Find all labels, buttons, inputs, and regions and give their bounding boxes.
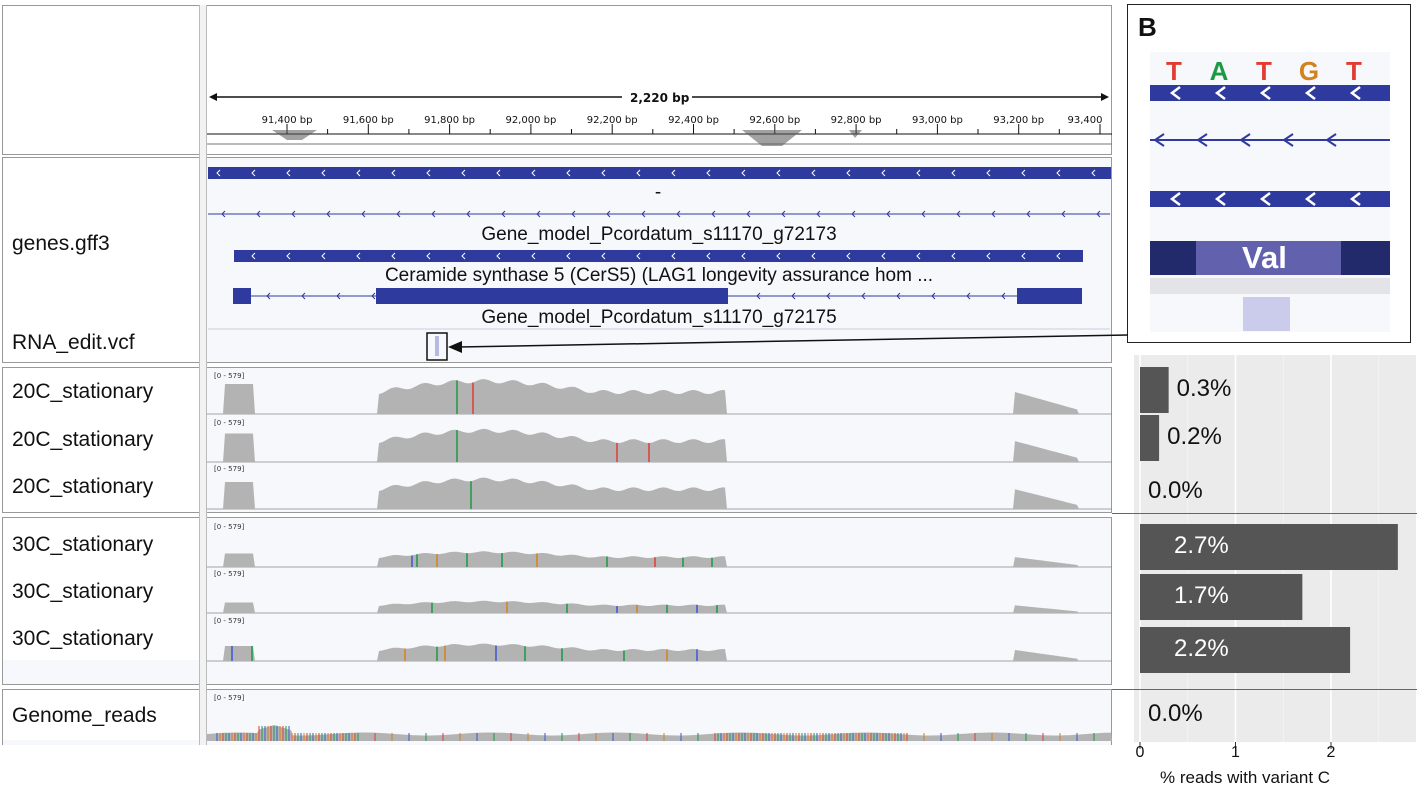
bar-value-label: 0.0%	[1148, 700, 1203, 727]
bar-value-label: 0.3%	[1176, 375, 1232, 402]
column-divider	[199, 5, 207, 745]
bar-axis-tick-label: 2	[1326, 744, 1336, 761]
track-label-30c-2: 30C_stationary	[12, 580, 154, 603]
coverage-tracks	[207, 379, 1112, 741]
bar-axis-tick-label: 1	[1231, 744, 1240, 761]
ruler-tick-label: 92,600 bp	[749, 115, 801, 126]
track-range-tag: [0 - 579]	[214, 372, 245, 380]
panel-b-letter: B	[1138, 12, 1157, 42]
track-range-tag: [0 - 579]	[214, 523, 245, 531]
track-label-genome-reads: Genome_reads	[12, 704, 157, 727]
ruler-tick-label: 92,800 bp	[830, 115, 882, 126]
bar-chart-xlabel: % reads with variant C	[1160, 768, 1331, 787]
ruler-tick-label: 93,200 bp	[993, 115, 1045, 126]
ruler-span-label: 2,220 bp	[630, 91, 690, 105]
gene-name-g72173: Gene_model_Pcordatum_s11170_g72173	[481, 224, 837, 245]
callout-arrow	[448, 334, 1129, 353]
bar-axis-tick-label: 0	[1135, 744, 1145, 761]
ruler	[207, 90, 1112, 146]
bar-value-label: 0.0%	[1148, 477, 1203, 504]
bar-value-label: 1.7%	[1174, 582, 1229, 609]
track-label-20c-2: 20C_stationary	[12, 428, 154, 451]
variant-bar-chart	[1134, 355, 1416, 749]
ruler-tick-label: 92,200 bp	[586, 115, 638, 126]
bar-6	[1140, 627, 1351, 673]
gene-name-g72175: Gene_model_Pcordatum_s11170_g72175	[481, 307, 837, 328]
bar-1	[1140, 367, 1169, 413]
ruler-tick-label: 91,600 bp	[342, 115, 394, 126]
group-separator-1	[1112, 513, 1417, 514]
group-separator-2	[1112, 689, 1417, 690]
ruler-tick-label: 92,400 bp	[668, 115, 719, 126]
bar-value-label: 2.2%	[1174, 635, 1229, 662]
ruler-tick-label: 91,800 bp	[424, 115, 476, 126]
track-range-tag: [0 - 579]	[214, 419, 245, 427]
track-range-tag: [0 - 579]	[214, 617, 245, 625]
ruler-tick-label: 93,000 bp	[911, 115, 963, 126]
track-range-tag: [0 - 579]	[214, 570, 245, 578]
ruler-tick-label: 93,400	[1067, 115, 1103, 126]
amino-acid-label: Val	[1242, 240, 1287, 275]
track-label-rna-edit-vcf: RNA_edit.vcf	[12, 331, 135, 354]
dash-label: -	[654, 182, 662, 203]
ruler-tick-label: 92,000 bp	[505, 115, 557, 126]
bar-2	[1140, 415, 1160, 461]
track-label-20c-3: 20C_stationary	[12, 475, 154, 498]
track-range-tag: [0 - 579]	[214, 465, 245, 473]
zoom-features	[1150, 85, 1390, 331]
bar-value-label: 2.7%	[1174, 532, 1229, 559]
track-label-30c-1: 30C_stationary	[12, 533, 154, 556]
bar-value-label: 0.2%	[1167, 423, 1222, 450]
track-label-20c-1: 20C_stationary	[12, 380, 154, 403]
track-range-tag: [0 - 579]	[214, 694, 245, 702]
track-label-genes-gff3: genes.gff3	[12, 232, 110, 255]
ruler-tick-label: 91,400 bp	[261, 115, 313, 126]
gene-description-cers5: Ceramide synthase 5 (CerS5) (LAG1 longev…	[384, 265, 934, 286]
track-label-30c-3: 30C_stationary	[12, 627, 154, 650]
